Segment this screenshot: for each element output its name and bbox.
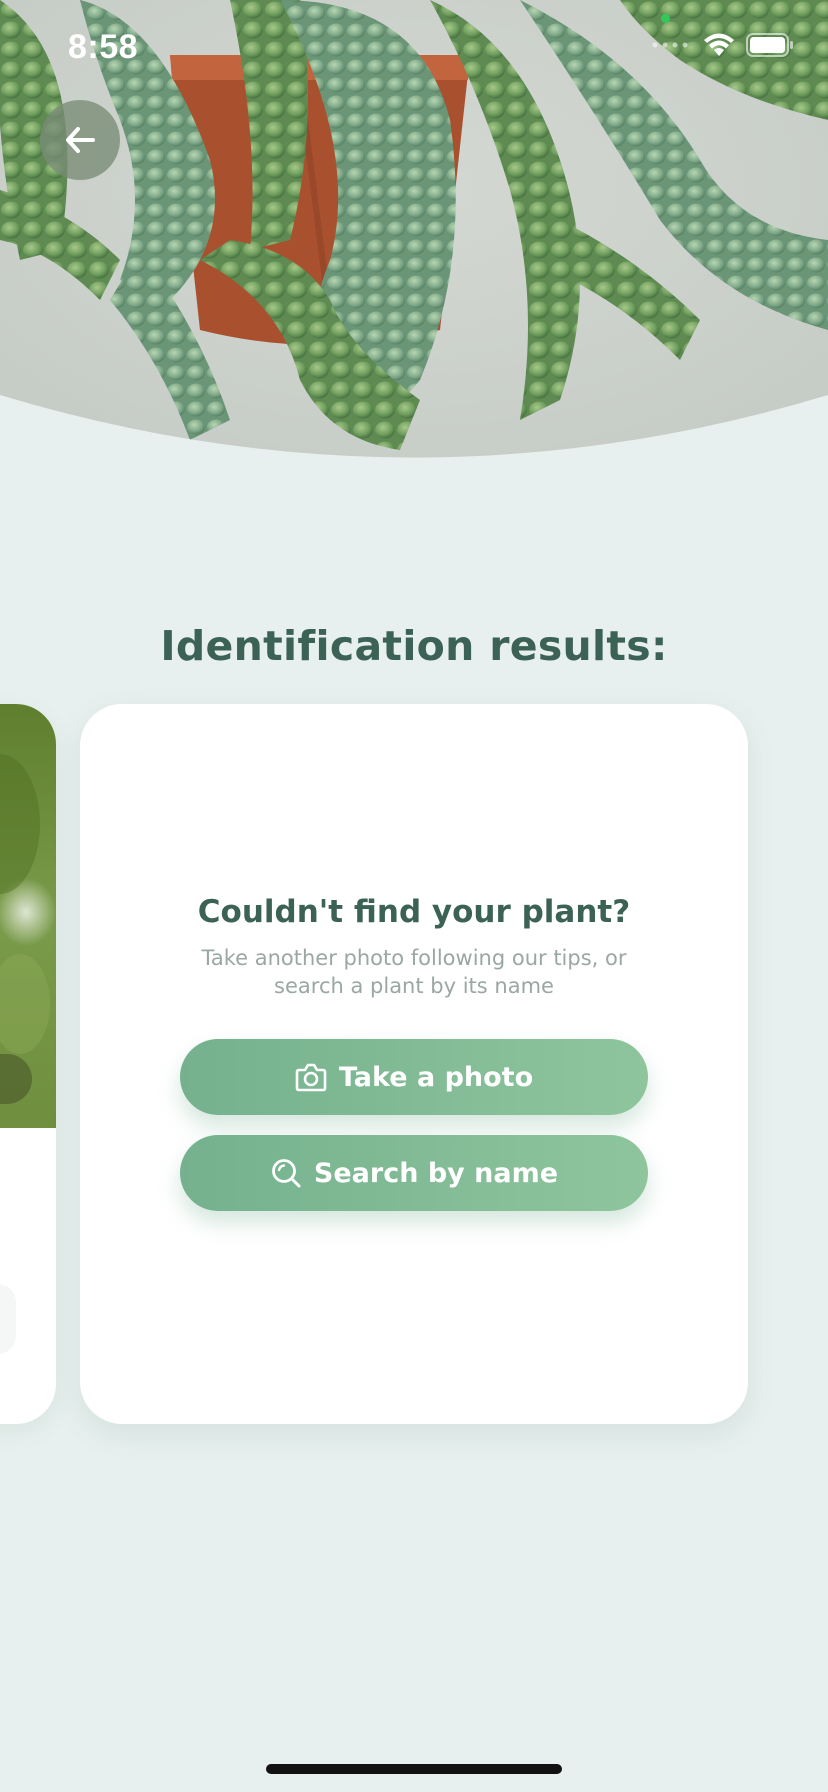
not-found-subtext: Take another photo following our tips, o… — [201, 946, 627, 998]
home-indicator[interactable] — [266, 1764, 562, 1774]
wifi-icon — [704, 33, 734, 56]
not-found-card: Couldn't find your plant? Take another p… — [80, 704, 748, 1424]
previous-result-card[interactable] — [0, 704, 56, 1424]
page-title: Identification results: — [160, 622, 668, 670]
search-by-name-label: Search by name — [313, 1157, 559, 1189]
arrow-left-icon — [66, 127, 95, 153]
plant-photo — [0, 0, 828, 458]
status-bar-icons — [652, 32, 794, 58]
previous-result-photo — [0, 704, 56, 1128]
privacy-indicator-dot — [661, 14, 670, 23]
search-by-name-button[interactable]: Search by name — [180, 1135, 648, 1211]
battery-icon — [746, 33, 793, 57]
previous-card-detail-chip — [0, 1284, 16, 1354]
take-photo-label: Take a photo — [338, 1061, 534, 1093]
take-photo-button[interactable]: Take a photo — [180, 1039, 648, 1115]
signal-dots-icon — [652, 42, 688, 48]
not-found-heading: Couldn't find your plant? — [197, 894, 631, 930]
back-button[interactable] — [40, 100, 120, 180]
search-icon — [272, 1159, 301, 1188]
status-bar-time: 8:58 — [68, 28, 139, 66]
plant-photo-header — [0, 0, 828, 470]
camera-icon — [295, 1063, 327, 1092]
